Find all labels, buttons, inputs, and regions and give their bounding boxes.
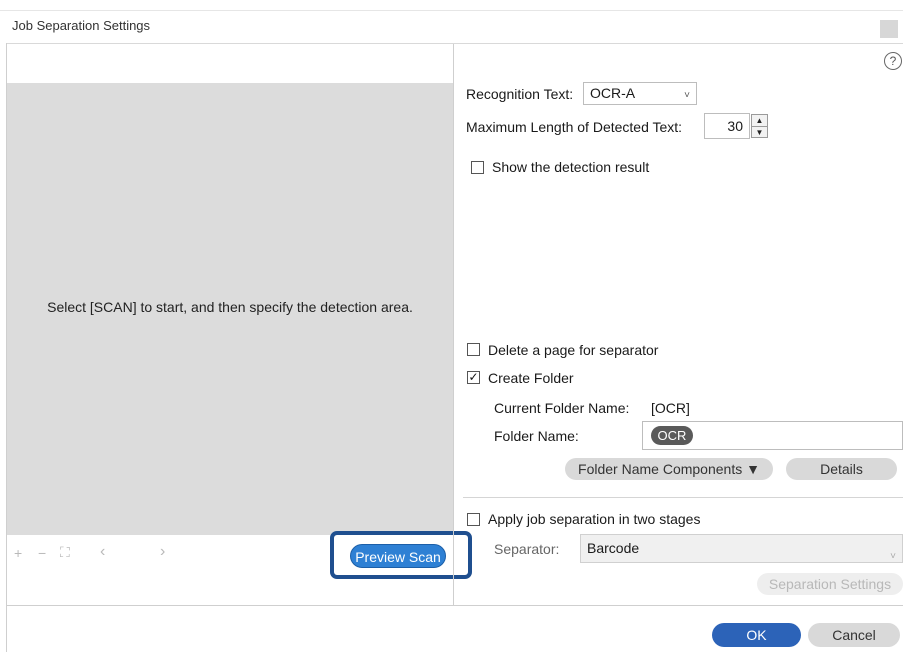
delete-page-label: Delete a page for separator xyxy=(488,342,659,358)
next-page-icon[interactable]: › xyxy=(160,543,165,561)
recognition-text-select[interactable]: OCR-A ˅ xyxy=(583,82,697,105)
spin-down-icon[interactable]: ▼ xyxy=(752,126,767,138)
two-stage-label: Apply job separation in two stages xyxy=(488,511,701,527)
create-folder-checkbox[interactable]: ✓ xyxy=(467,371,480,384)
separator-select[interactable]: Barcode ˅ xyxy=(580,534,903,563)
parent-window-sliver xyxy=(0,0,903,11)
separation-settings-button[interactable]: Separation Settings xyxy=(757,573,903,595)
preview-header-area xyxy=(7,44,453,83)
current-folder-value: [OCR] xyxy=(651,400,690,416)
checkmark-icon: ✓ xyxy=(468,370,479,384)
max-length-input[interactable]: 30 xyxy=(704,113,750,139)
folder-name-label: Folder Name: xyxy=(494,428,579,444)
max-length-label: Maximum Length of Detected Text: xyxy=(466,119,683,135)
ok-button[interactable]: OK xyxy=(712,623,801,647)
separator-value: Barcode xyxy=(587,540,640,556)
current-folder-label: Current Folder Name: xyxy=(494,400,630,416)
two-stage-checkbox[interactable] xyxy=(467,513,480,526)
folder-name-field[interactable]: OCR xyxy=(642,421,903,450)
delete-page-checkbox[interactable] xyxy=(467,343,480,356)
zoom-out-icon[interactable]: − xyxy=(38,545,46,561)
chevron-down-icon: ˅ xyxy=(890,551,896,562)
spin-up-icon[interactable]: ▲ xyxy=(752,115,767,126)
folder-name-components-button[interactable]: Folder Name Components ▼ xyxy=(565,458,773,480)
recognition-text-value: OCR-A xyxy=(590,85,636,101)
section-divider xyxy=(463,497,903,498)
footer-divider xyxy=(6,605,903,606)
window-title: Job Separation Settings xyxy=(12,18,151,33)
chevron-down-icon: ˅ xyxy=(684,90,690,101)
zoom-in-icon[interactable]: + xyxy=(14,545,22,561)
separator-label: Separator: xyxy=(494,541,560,557)
recognition-text-label: Recognition Text: xyxy=(466,86,574,102)
max-length-value: 30 xyxy=(727,118,743,134)
details-button[interactable]: Details xyxy=(786,458,897,480)
fit-to-window-icon[interactable]: ⛶ xyxy=(60,544,70,561)
max-length-spinner[interactable]: ▲ ▼ xyxy=(751,114,768,138)
preview-message: Select [SCAN] to start, and then specify… xyxy=(47,299,413,315)
cancel-button[interactable]: Cancel xyxy=(808,623,900,647)
show-detection-label: Show the detection result xyxy=(492,159,650,175)
pane-divider xyxy=(453,44,454,605)
title-bar: Job Separation Settings xyxy=(0,0,903,44)
preview-scan-button[interactable]: Preview Scan xyxy=(350,544,446,568)
create-folder-label: Create Folder xyxy=(488,370,574,386)
previous-page-icon[interactable]: ‹ xyxy=(100,543,105,561)
folder-name-chip[interactable]: OCR xyxy=(651,426,693,445)
window-button[interactable] xyxy=(880,20,898,38)
show-detection-checkbox[interactable] xyxy=(471,161,484,174)
help-icon[interactable]: ? xyxy=(884,52,902,70)
